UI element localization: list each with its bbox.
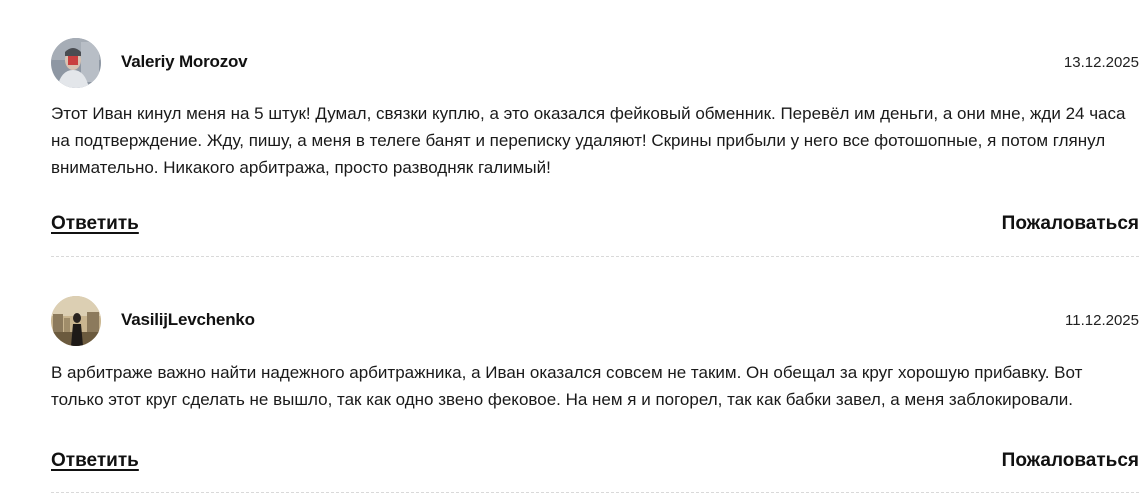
reply-link[interactable]: Ответить [51, 450, 139, 472]
report-link[interactable]: Пожаловаться [1002, 450, 1139, 472]
report-link[interactable]: Пожаловаться [1002, 213, 1139, 235]
reply-link[interactable]: Ответить [51, 213, 139, 235]
avatar[interactable] [51, 296, 101, 346]
comment-item: Valeriy Morozov 13.12.2025 Этот Иван кин… [51, 0, 1139, 258]
comments-list: Valeriy Morozov 13.12.2025 Этот Иван кин… [51, 0, 1139, 497]
comment-author: Valeriy Morozov [121, 52, 248, 71]
comment-item: VasilijLevchenko 11.12.2025 В арбитраже … [51, 258, 1139, 497]
avatar[interactable] [51, 38, 101, 88]
comment-divider [51, 256, 1139, 257]
comment-date: 11.12.2025 [1065, 312, 1139, 329]
comment-date: 13.12.2025 [1063, 54, 1139, 71]
avatar-photo-icon [51, 296, 101, 346]
comment-text: Этот Иван кинул меня на 5 штук! Думал, с… [51, 104, 1126, 177]
comment-author: VasilijLevchenko [121, 310, 255, 329]
avatar-photo-icon [51, 38, 101, 88]
comment-divider [51, 492, 1139, 493]
comment-text: В арбитраже важно найти надежного арбитр… [51, 363, 1083, 409]
